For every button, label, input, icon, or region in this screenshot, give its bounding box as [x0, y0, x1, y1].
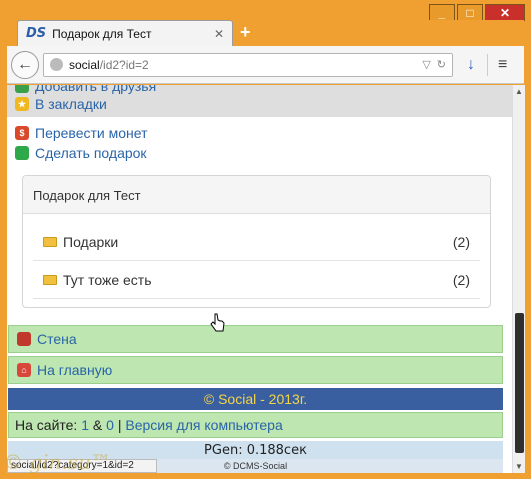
vertical-scrollbar[interactable]: ▲ ▼ — [512, 85, 525, 473]
gift-icon — [15, 146, 29, 160]
new-tab-button[interactable]: + — [240, 22, 251, 43]
tab-strip: DS Подарок для Тест ✕ + — [7, 20, 524, 46]
tab-close-icon[interactable]: ✕ — [214, 27, 224, 41]
online-guests-link[interactable]: 0 — [106, 417, 114, 433]
gift-link-row[interactable]: Сделать подарок — [15, 144, 147, 162]
url-host: social — [69, 57, 100, 72]
close-window-button[interactable]: ✕ — [485, 4, 525, 21]
coins-icon: $ — [15, 126, 29, 140]
history-dropdown-icon[interactable]: ▽ — [422, 58, 430, 71]
star-icon: ★ — [15, 97, 29, 111]
online-users-link[interactable]: 1 — [81, 417, 89, 433]
home-link[interactable]: На главную — [37, 362, 112, 378]
watermark: © gin.su™ — [3, 450, 111, 474]
browser-toolbar: ← social /id2?id=2 ▽ ↻ ↓ ≡ — [7, 46, 524, 84]
copyright-footer: © Social - 2013г. — [8, 388, 503, 410]
maximize-button[interactable]: □ — [457, 4, 483, 21]
panel-title: Подарок для Тест — [23, 176, 490, 214]
toolbar-separator — [487, 53, 488, 76]
hand-cursor-icon — [210, 313, 225, 332]
online-status-row: На сайте: 1 & 0 | Версия для компьютера — [8, 412, 503, 438]
window-controls: _ □ ✕ — [429, 4, 525, 21]
folder-icon — [43, 274, 57, 285]
add-friend-link[interactable]: Добавить в друзья — [35, 85, 156, 94]
reload-icon[interactable]: ↻ — [437, 58, 446, 71]
bookmarks-link[interactable]: В закладки — [35, 96, 107, 112]
back-button[interactable]: ← — [11, 50, 39, 79]
online-label: На сайте: — [15, 417, 78, 433]
menu-icon[interactable]: ≡ — [498, 56, 507, 74]
scrollbar-thumb[interactable] — [515, 313, 524, 453]
list-item-label: Подарки — [63, 233, 119, 250]
minimize-button[interactable]: _ — [429, 4, 455, 21]
online-amp: & — [92, 417, 103, 433]
site-logo-icon: DS — [26, 26, 47, 41]
home-row[interactable]: ⌂ На главную — [8, 356, 503, 384]
desktop-version-link[interactable]: Версия для компьютера — [125, 417, 282, 433]
home-icon: ⌂ — [17, 363, 31, 377]
page-viewport: Добавить в друзья ★ В закладки $ Перевес… — [7, 85, 512, 473]
scroll-down-icon[interactable]: ▼ — [515, 462, 523, 471]
bookmarks-link-row[interactable]: ★ В закладки — [15, 95, 107, 113]
transfer-coins-link[interactable]: Перевести монет — [35, 125, 148, 141]
online-separator: | — [117, 417, 122, 433]
scroll-up-icon[interactable]: ▲ — [515, 87, 523, 96]
download-icon[interactable]: ↓ — [467, 56, 475, 74]
wall-row[interactable]: Стена — [8, 325, 503, 353]
address-bar[interactable]: social /id2?id=2 ▽ ↻ — [43, 52, 453, 77]
list-item-count: (2) — [452, 271, 470, 288]
tab-title: Подарок для Тест — [52, 26, 152, 41]
transfer-link-row[interactable]: $ Перевести монет — [15, 124, 148, 142]
list-item[interactable]: Подарки (2) — [33, 223, 480, 261]
make-gift-link[interactable]: Сделать подарок — [35, 145, 147, 161]
browser-tab[interactable]: DS Подарок для Тест ✕ — [17, 20, 233, 46]
list-item-label: Тут тоже есть — [63, 271, 152, 288]
add-friend-link-row[interactable]: Добавить в друзья — [15, 85, 156, 95]
folder-icon — [43, 236, 57, 247]
wall-link[interactable]: Стена — [37, 331, 77, 347]
wall-icon — [17, 332, 31, 346]
list-item-count: (2) — [452, 233, 470, 250]
list-item[interactable]: Тут тоже есть (2) — [33, 261, 480, 299]
gift-panel: Подарок для Тест Подарки (2) Тут тоже ес… — [22, 175, 491, 308]
add-friend-icon — [15, 85, 29, 93]
url-path: /id2?id=2 — [99, 57, 149, 72]
globe-icon — [50, 58, 63, 71]
